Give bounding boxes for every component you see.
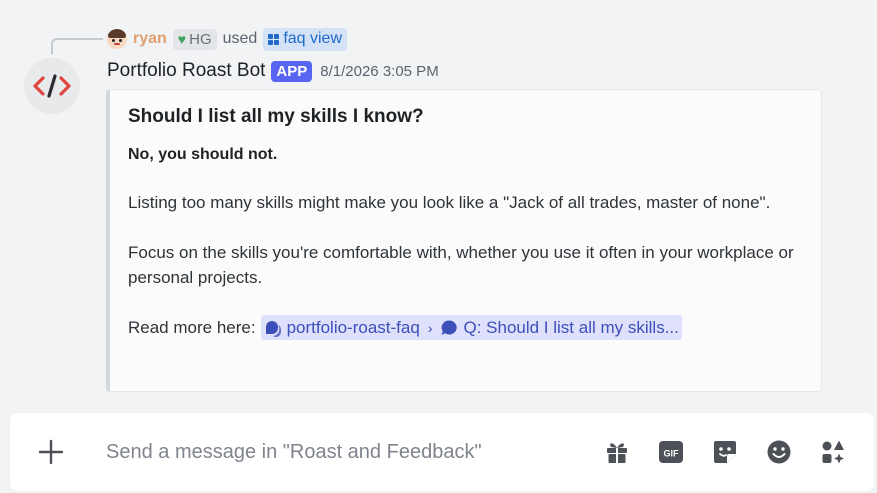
thread-name: Q: Should I list all my skills... <box>463 317 679 337</box>
reply-context: ryan ♥ HG used faq view <box>107 27 348 51</box>
app-badge: APP <box>271 60 313 82</box>
gift-button[interactable] <box>600 435 634 469</box>
read-more-row: Read more here: portfolio-roast-faq › Q:… <box>128 315 803 340</box>
embed-answer: No, you should not. <box>128 146 278 163</box>
message-composer: GIF <box>10 413 874 491</box>
chevron-right-icon: › <box>427 319 433 336</box>
reply-connector-line <box>51 38 103 54</box>
gift-icon <box>607 443 627 463</box>
server-tag-label: HG <box>189 30 212 48</box>
gif-button[interactable]: GIF <box>654 435 688 469</box>
heart-icon: ♥ <box>177 31 187 47</box>
replied-user-avatar[interactable] <box>107 29 127 49</box>
composer-toolbar: GIF <box>600 435 850 469</box>
channel-mention-link[interactable]: portfolio-roast-faq › Q: Should I list a… <box>260 315 682 340</box>
message-input[interactable] <box>92 440 600 464</box>
plus-icon <box>38 439 64 465</box>
replied-username[interactable]: ryan <box>133 30 167 48</box>
emoji-button[interactable] <box>762 435 796 469</box>
embed-paragraph-1: Listing too many skills might make you l… <box>128 193 771 212</box>
emoji-icon <box>767 440 791 464</box>
bot-username[interactable]: Portfolio Roast Bot <box>107 60 265 82</box>
apps-icon <box>822 440 844 464</box>
gif-icon: GIF <box>659 441 683 463</box>
apps-button[interactable] <box>816 435 850 469</box>
sticker-button[interactable] <box>708 435 742 469</box>
thread-icon <box>441 319 458 335</box>
message-timestamp: 8/1/2026 3:05 PM <box>320 62 439 80</box>
svg-text:GIF: GIF <box>664 449 680 459</box>
used-label: used <box>222 30 258 47</box>
embed-paragraph-2: Focus on the skills you're comfortable w… <box>128 243 794 287</box>
code-icon <box>33 74 71 98</box>
sticker-icon <box>714 441 736 463</box>
message-header: Portfolio Roast Bot APP 8/1/2026 3:05 PM <box>107 58 439 84</box>
attach-button[interactable] <box>10 413 92 491</box>
slash-command-link[interactable]: faq view <box>263 27 348 51</box>
command-name: faq view <box>283 30 343 47</box>
command-icon <box>268 33 280 45</box>
channel-name: portfolio-roast-faq <box>286 317 420 337</box>
bot-avatar[interactable] <box>24 58 80 114</box>
faq-embed: Should I list all my skills I know? No, … <box>106 89 822 392</box>
read-more-label: Read more here: <box>128 317 256 337</box>
embed-title: Should I list all my skills I know? <box>128 106 424 127</box>
server-tag[interactable]: ♥ HG <box>172 28 217 50</box>
forum-channel-icon <box>265 320 281 337</box>
